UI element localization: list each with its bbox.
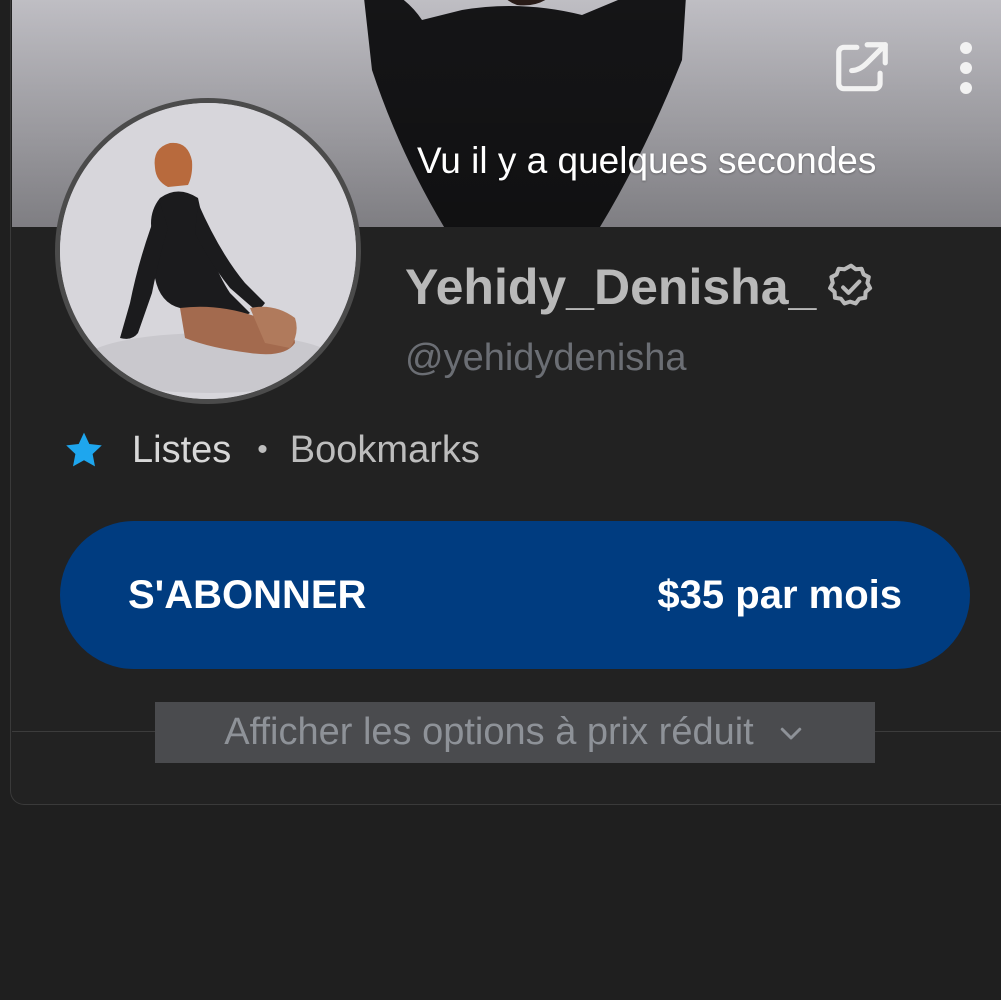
- more-vertical-icon: [960, 42, 972, 94]
- discount-options-label: Afficher les options à prix réduit: [224, 711, 754, 753]
- subscribe-button[interactable]: S'ABONNER $35 par mois: [60, 521, 970, 669]
- display-name-row: Yehidy_Denisha_: [405, 258, 878, 316]
- star-icon[interactable]: [62, 428, 106, 472]
- display-name: Yehidy_Denisha_: [405, 259, 817, 315]
- last-seen-text: Vu il y a quelques secondes: [417, 140, 877, 181]
- discount-options-toggle[interactable]: Afficher les options à prix réduit: [155, 702, 875, 763]
- profile-avatar[interactable]: [55, 98, 361, 404]
- share-icon: [836, 42, 888, 92]
- more-options-button[interactable]: [944, 36, 988, 100]
- username: @yehidydenisha: [405, 337, 687, 379]
- chevron-down-icon: [780, 727, 801, 739]
- lists-link[interactable]: Listes: [132, 429, 231, 472]
- subscribe-price: $35 par mois: [657, 572, 902, 617]
- avatar-photo: [60, 103, 356, 399]
- verified-badge-icon: [828, 263, 873, 306]
- share-button[interactable]: [830, 36, 894, 100]
- bookmarks-link[interactable]: Bookmarks: [290, 429, 480, 472]
- subscribe-label: S'ABONNER: [128, 572, 367, 617]
- lists-row: Listes • Bookmarks: [62, 428, 480, 472]
- separator-dot: •: [257, 433, 268, 466]
